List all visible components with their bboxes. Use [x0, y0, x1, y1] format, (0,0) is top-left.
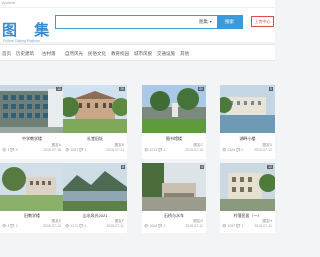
card-title[interactable]: 礼堂旧址	[63, 136, 127, 142]
search-button[interactable]: 搜索	[217, 15, 242, 29]
photo-count-badge: 10	[56, 87, 62, 91]
view-count: 1064	[149, 224, 158, 228]
comment-icon: 💬	[158, 224, 163, 228]
gallery-card[interactable]: 旧教学楼 图友E 👁 4 💬 1 2019-07-12	[0, 163, 64, 233]
eye-icon: 👁	[222, 224, 227, 228]
gallery-card[interactable]: 4 石桥与水车 图友G 👁 1064 💬 0 2019-07-11	[142, 163, 206, 233]
card-stats: 👁 1169 💬 1	[222, 148, 243, 152]
card-date: 2019-07-12	[254, 148, 272, 152]
photo-count-badge: 5	[269, 87, 273, 91]
eye-icon: 👁	[144, 224, 149, 228]
gallery-card[interactable]: 5 湖畔小楼 图友D 👁 1169 💬 1 2019-07-12	[220, 85, 275, 159]
site-label: Archive	[2, 0, 16, 5]
eye-icon: 👁	[222, 148, 227, 152]
comment-icon: 💬	[79, 148, 84, 152]
photo-count-badge: 19	[119, 87, 125, 91]
card-title[interactable]: 中学教学楼	[0, 136, 64, 142]
search-type-select[interactable]: 图集▼	[199, 19, 212, 25]
card-stats: 👁 1171 💬 1	[65, 224, 86, 228]
card-stats: 👁 1 💬 0	[2, 148, 18, 152]
nav-item-6[interactable]: 城市风貌	[134, 51, 152, 57]
chevron-down-icon: ▼	[209, 20, 213, 24]
comment-count: 0	[163, 224, 166, 228]
logo-title[interactable]: 图 集	[2, 19, 55, 40]
card-title[interactable]: 湖畔小楼	[220, 136, 275, 142]
nav-item-5[interactable]: 教育校园	[111, 51, 129, 57]
nav-item-8[interactable]: 其他	[180, 51, 189, 57]
card-stats: 👁 1213 💬 1	[144, 148, 166, 152]
gallery-card[interactable]: 8 山水风光2021 图友F 👁 1171 💬 1 2019-07-11	[63, 163, 127, 233]
card-date: 2019-07-12	[43, 224, 61, 228]
card-photo[interactable]: 12	[220, 163, 275, 211]
page: Archive 图 集 Picture Gallery Platform 图集▼…	[0, 0, 275, 257]
card-stats: 👁 1057 💬 1	[65, 148, 87, 152]
view-count: 1213	[149, 148, 158, 152]
eye-icon: 👁	[2, 224, 7, 228]
nav-item-home[interactable]: 首页	[2, 51, 11, 57]
comment-count: 1	[241, 224, 244, 228]
card-photo[interactable]: 8	[63, 163, 127, 211]
comment-icon: 💬	[236, 224, 241, 228]
card-stats: 👁 4 💬 1	[2, 224, 18, 228]
card-date: 2019-07-11	[106, 224, 124, 228]
eye-icon: 👁	[65, 148, 70, 152]
nav-bar: 首页 历史建筑 古村落 自然风光 民俗文化 教育校园 城市风貌 交通设施 其他	[0, 44, 275, 61]
comment-count: 1	[163, 148, 166, 152]
gallery-card[interactable]: 19 礼堂旧址 图友B 👁 1057 💬 1 2019-07-14	[63, 85, 127, 159]
view-count: 1057	[70, 148, 79, 152]
comment-icon: 💬	[10, 148, 15, 152]
comment-count: 1	[84, 224, 87, 228]
card-stats: 👁 1057 💬 1	[222, 224, 244, 228]
comment-count: 1	[241, 148, 244, 152]
nav-item-2[interactable]: 古村落	[42, 51, 56, 57]
top-bar: Archive	[0, 0, 275, 8]
photo-count-badge: 80	[198, 87, 204, 91]
card-photo[interactable]	[0, 163, 64, 211]
card-photo[interactable]: 80	[142, 85, 206, 133]
card-photo[interactable]: 5	[220, 85, 275, 133]
gallery-card[interactable]: 80 图书馆楼 图友C 👁 1213 💬 1 2019-07-13	[142, 85, 206, 159]
view-count: 1057	[227, 224, 236, 228]
comment-count: 1	[84, 148, 87, 152]
view-count: 1169	[227, 148, 235, 152]
card-date: 2019-07-11	[254, 224, 272, 228]
card-date: 2019-07-14	[106, 148, 124, 152]
photo-count-badge: 8	[121, 165, 125, 169]
card-photo[interactable]: 10	[0, 85, 64, 133]
card-photo[interactable]: 4	[142, 163, 206, 211]
comment-count: 1	[15, 224, 18, 228]
photo-count-badge: 12	[267, 165, 273, 169]
card-stats: 👁 1064 💬 0	[144, 224, 166, 228]
nav-item-3[interactable]: 自然风光	[65, 51, 83, 57]
eye-icon: 👁	[2, 148, 7, 152]
nav-item-4[interactable]: 民俗文化	[88, 51, 106, 57]
comment-icon: 💬	[78, 224, 84, 228]
comment-count: 0	[15, 148, 18, 152]
search-input[interactable]: 图集▼	[55, 15, 243, 29]
nav-item-7[interactable]: 交通设施	[157, 51, 175, 57]
eye-icon: 👁	[144, 148, 149, 152]
card-date: 2019-07-18	[43, 148, 61, 152]
view-count: 1171	[70, 224, 78, 228]
card-date: 2019-07-11	[185, 224, 203, 228]
card-photo[interactable]: 19	[63, 85, 127, 133]
card-title[interactable]: 图书馆楼	[142, 136, 206, 142]
comment-icon: 💬	[235, 148, 241, 152]
nav-item-1[interactable]: 历史建筑	[16, 51, 34, 57]
gallery-card[interactable]: 10 中学教学楼 图友A 👁 1 💬 0 2019-07-18	[0, 85, 64, 159]
comment-icon: 💬	[10, 224, 15, 228]
card-date: 2019-07-13	[185, 148, 203, 152]
logo-subtitle: Picture Gallery Platform	[3, 39, 40, 43]
gallery-card[interactable]: 12 村落民居（一） 图友H 👁 1057 💬 1 2019-07-11	[220, 163, 275, 233]
upload-button[interactable]: 上传中心	[251, 16, 274, 27]
eye-icon: 👁	[65, 224, 70, 228]
photo-count-badge: 4	[200, 165, 204, 169]
comment-icon: 💬	[158, 148, 163, 152]
search-type-label: 图集	[199, 19, 208, 24]
